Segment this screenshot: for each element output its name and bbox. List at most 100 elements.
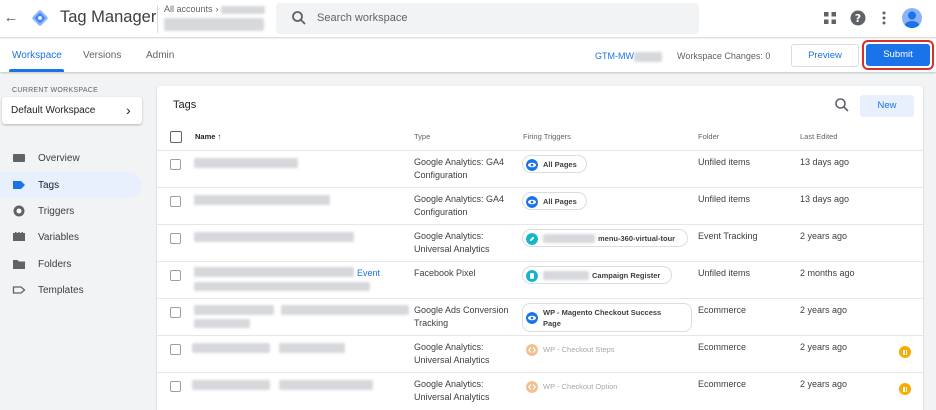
eye-icon: [526, 196, 538, 208]
column-header-label: Name: [195, 132, 216, 141]
row-checkbox[interactable]: [170, 159, 181, 170]
sidebar-item-label: Folders: [38, 259, 72, 270]
workspace-name: Default Workspace: [11, 105, 96, 116]
tab-versions[interactable]: Versions: [83, 50, 121, 61]
sidebar-item-tags[interactable]: Tags: [0, 172, 142, 198]
divider: [157, 5, 158, 33]
redacted-trigger-prefix: [543, 271, 589, 280]
row-checkbox[interactable]: [170, 307, 181, 318]
sidebar-item-label: Variables: [38, 232, 79, 243]
sidebar-item-label: Overview: [38, 153, 80, 164]
table-row[interactable]: Google Analytics: GA4 Configuration All P…: [157, 187, 923, 224]
trigger-chip[interactable]: WP - Magento Checkout Success Page: [522, 303, 692, 332]
table-row[interactable]: Google Analytics: Universal Analytics WP …: [157, 372, 923, 409]
account-breadcrumb[interactable]: All accounts ›: [164, 4, 266, 14]
search-icon: [292, 11, 306, 25]
table-row[interactable]: Google Ads Conversion Tracking WP - Magen…: [157, 298, 923, 335]
workspace-selector[interactable]: Default Workspace ›: [2, 97, 142, 124]
redacted-trigger-prefix: [543, 234, 595, 243]
apps-grid-icon[interactable]: [822, 10, 838, 26]
folder-name: Unfiled items: [698, 268, 751, 278]
row-checkbox[interactable]: [170, 344, 181, 355]
last-edited: 2 months ago: [800, 268, 855, 278]
last-edited: 13 days ago: [800, 194, 850, 204]
sidebar-item-folders[interactable]: Folders: [0, 251, 142, 277]
sidebar-item-variables[interactable]: Variables: [0, 224, 142, 250]
trigger-chip[interactable]: All Pages: [522, 155, 587, 173]
trigger-name-line: Page: [543, 319, 561, 328]
search-bar[interactable]: Search workspace: [276, 3, 699, 34]
overview-icon: [13, 154, 25, 162]
row-checkbox[interactable]: [170, 270, 181, 281]
select-all-checkbox[interactable]: [170, 131, 182, 143]
redacted-tag-name-line2: [194, 282, 370, 291]
redacted-tag-name[interactable]: [192, 380, 270, 390]
avatar[interactable]: [902, 8, 922, 28]
folder-name: Ecommerce: [698, 379, 747, 389]
tag-type: Google Analytics: Universal Analytics: [414, 378, 490, 403]
tag-type-line: Universal Analytics: [414, 243, 490, 254]
row-checkbox[interactable]: [170, 233, 181, 244]
submit-button[interactable]: Submit: [866, 44, 930, 66]
redacted-tag-name[interactable]: [194, 305, 274, 315]
trigger-name: WP - Checkout Option: [543, 382, 618, 391]
tag-type: Google Analytics: GA4 Configuration: [414, 193, 504, 218]
sidebar-item-overview[interactable]: Overview: [0, 145, 142, 171]
folder-name: Ecommerce: [698, 305, 747, 315]
redacted-account: [221, 5, 266, 14]
container-id[interactable]: GTM-MW: [595, 51, 662, 62]
help-icon[interactable]: ?: [850, 10, 866, 26]
redacted-tag-name[interactable]: [194, 232, 354, 242]
tag-type: Google Analytics: Universal Analytics: [414, 230, 490, 255]
redacted-container-id: [633, 51, 662, 62]
search-icon[interactable]: [834, 97, 850, 113]
more-options-icon[interactable]: [876, 10, 892, 26]
top-app-bar: ← Tag Manager All accounts › Search works…: [0, 0, 936, 38]
redacted-tag-name[interactable]: [192, 343, 270, 353]
tag-name-suffix[interactable]: Event: [357, 268, 380, 278]
trigger-name: WP - Checkout Steps: [543, 345, 615, 354]
redacted-tag-name[interactable]: [194, 158, 298, 168]
last-edited: 13 days ago: [800, 157, 850, 167]
new-tag-button[interactable]: New: [860, 95, 914, 117]
code-icon: [526, 381, 538, 393]
back-arrow-icon[interactable]: ←: [3, 9, 19, 27]
last-edited: 2 years ago: [800, 379, 848, 389]
folder-icon: [13, 260, 25, 269]
tab-admin[interactable]: Admin: [146, 50, 174, 61]
tag-type-line: Facebook Pixel: [414, 268, 476, 278]
trigger-chip[interactable]: All Pages: [522, 192, 587, 210]
redacted-container-name[interactable]: [164, 18, 264, 31]
tag-type-line: Google Analytics:: [414, 342, 484, 352]
sidebar-item-templates[interactable]: Templates: [0, 277, 142, 303]
column-header-firing-triggers: Firing Triggers: [523, 132, 571, 141]
folder-name: Unfiled items: [698, 157, 751, 167]
redacted-tag-name[interactable]: [194, 195, 330, 205]
sidebar-item-label: Tags: [38, 180, 60, 191]
table-row[interactable]: Google Analytics: Universal Analytics men…: [157, 224, 923, 261]
last-edited: 2 years ago: [800, 305, 848, 315]
table-row[interactable]: Google Analytics: Universal Analytics WP …: [157, 335, 923, 372]
row-checkbox[interactable]: [170, 381, 181, 392]
trigger-chip[interactable]: WP - Checkout Steps: [522, 340, 632, 358]
all-accounts-label: All accounts: [164, 4, 213, 14]
row-checkbox[interactable]: [170, 196, 181, 207]
preview-button[interactable]: Preview: [791, 44, 859, 67]
tag-type-line: Configuration: [414, 169, 468, 180]
tab-workspace[interactable]: Workspace: [12, 50, 62, 61]
trigger-chip[interactable]: Campaign Register: [522, 266, 672, 284]
tag-type-line: Google Analytics:: [414, 231, 484, 241]
table-row[interactable]: Google Analytics: GA4 Configuration All P…: [157, 150, 923, 187]
trigger-chip[interactable]: WP - Checkout Option: [522, 377, 637, 395]
search-placeholder: Search workspace: [317, 12, 408, 24]
table-row[interactable]: Event Facebook Pixel Campaign Register U…: [157, 261, 923, 298]
eye-icon: [526, 159, 538, 171]
folder-name: Event Tracking: [698, 231, 758, 241]
chevron-right-icon: ›: [126, 102, 131, 118]
redacted-tag-name: [279, 343, 345, 353]
column-header-name[interactable]: Name ↑: [195, 132, 221, 141]
redacted-tag-name[interactable]: [194, 267, 354, 277]
paused-icon: [899, 383, 911, 395]
trigger-chip[interactable]: menu-360-virtual-tour: [522, 229, 688, 247]
sidebar-item-triggers[interactable]: Triggers: [0, 198, 142, 224]
